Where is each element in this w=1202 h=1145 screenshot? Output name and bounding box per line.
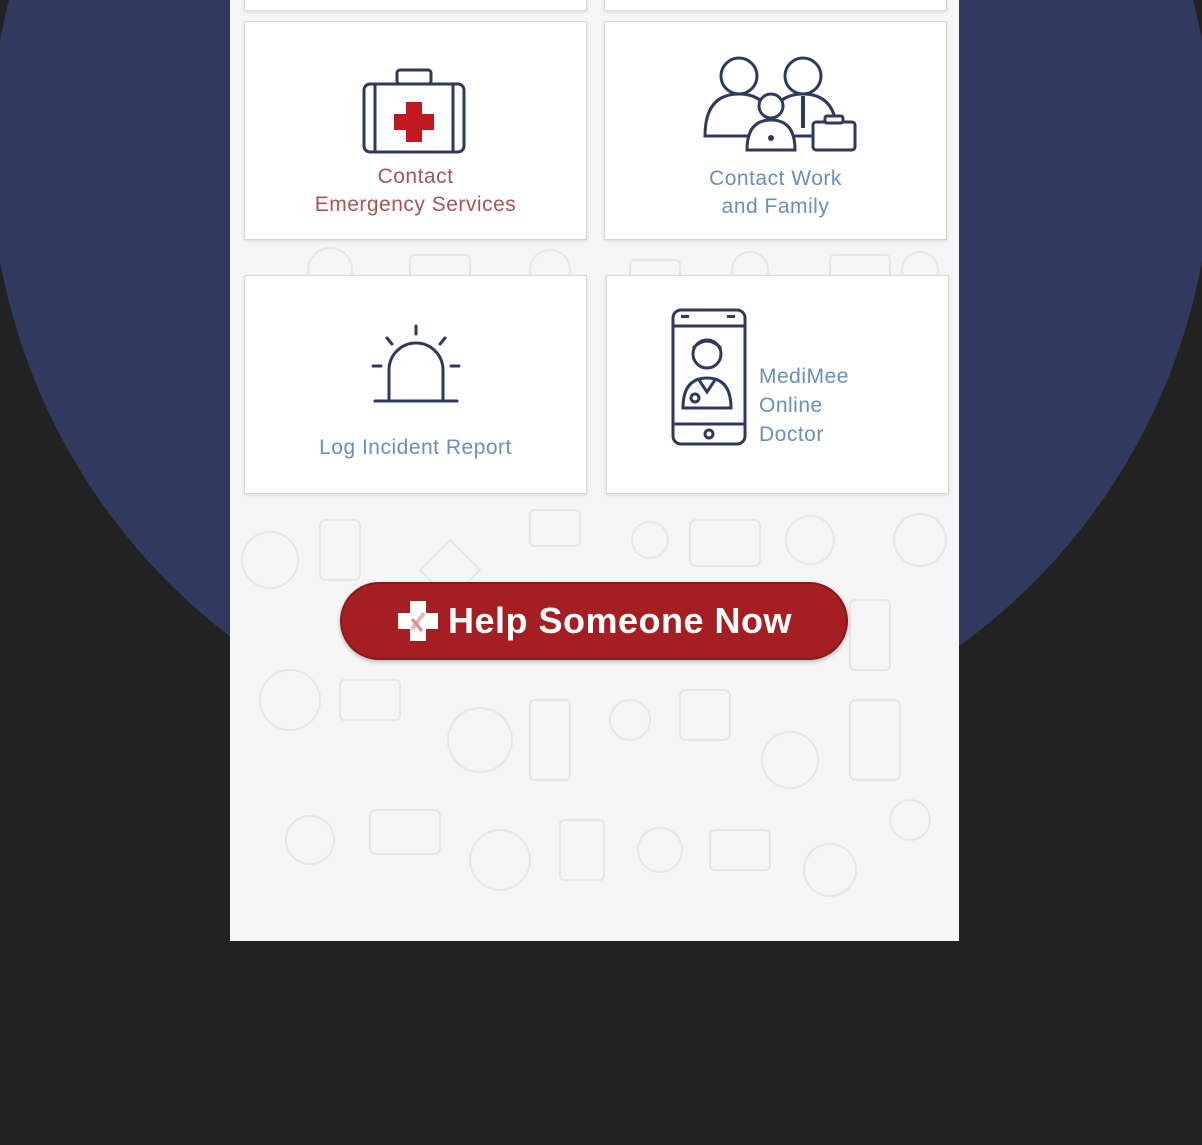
emergency-label-line1: Contact [377,165,454,188]
app-screen: Contact Emergency Services Contact Work … [230,0,959,941]
phone-doctor-icon [671,308,747,446]
log-incident-tile[interactable]: Log Incident Report [244,275,587,494]
work-family-label-line1: Contact Work [709,167,842,190]
stage: Contact Emergency Services Contact Work … [0,0,1202,1145]
family-group-icon [703,56,857,152]
help-button-label: Help Someone Now [447,600,793,641]
medical-cross-icon [397,601,438,641]
siren-light-icon [371,324,461,403]
contact-work-family-tile[interactable]: Contact Work and Family [604,21,947,240]
incident-label: Log Incident Report [319,436,512,459]
doctor-label: MediMee Online Doctor [759,362,849,449]
doctor-label-line3: Doctor [759,423,824,446]
first-aid-kit-icon [362,68,466,154]
tile-partial-left[interactable] [244,0,587,11]
doctor-label-line1: MediMee [759,365,849,388]
work-family-label-line2: and Family [721,195,830,218]
contact-emergency-tile[interactable]: Contact Emergency Services [244,21,587,240]
tile-partial-right[interactable] [604,0,947,11]
help-someone-now-button[interactable]: Help Someone Now [340,582,848,660]
doctor-label-line2: Online [759,394,823,417]
online-doctor-tile[interactable]: MediMee Online Doctor [606,275,949,494]
emergency-label-line2: Emergency Services [314,193,517,216]
